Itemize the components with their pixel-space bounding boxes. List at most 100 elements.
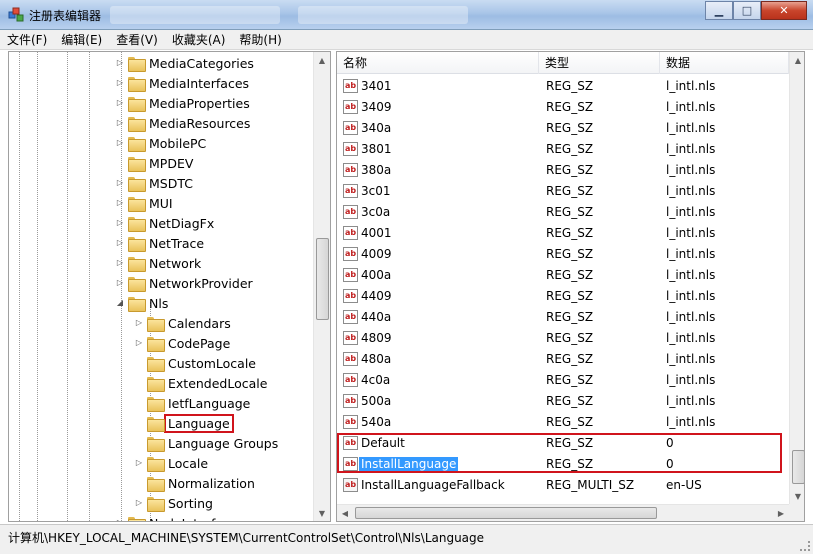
tree-item[interactable]: ▷ NetTrace [116,233,204,253]
tree-item[interactable]: Language Groups [135,433,278,453]
list-row[interactable]: ab 380a REG_SZ l_intl.nls [337,160,789,181]
list-row[interactable]: ab 500a REG_SZ l_intl.nls [337,391,789,412]
tree-item[interactable]: ◢ Nls [116,293,168,313]
scroll-left-icon[interactable]: ◀ [337,505,353,521]
menu-help[interactable]: 帮助(H) [232,31,288,48]
scroll-up-icon[interactable]: ▲ [790,52,804,68]
string-value-icon: ab [343,478,358,492]
scroll-down-icon[interactable]: ▼ [790,488,804,504]
scroll-thumb[interactable] [316,238,329,320]
tree-item[interactable]: ▷ Sorting [135,493,213,513]
expand-arrow-icon[interactable]: ▷ [116,139,124,147]
list-row[interactable]: ab 4c0a REG_SZ l_intl.nls [337,370,789,391]
expand-arrow-icon[interactable]: ▷ [135,459,143,467]
tree-item[interactable]: ▷ CodePage [135,333,230,353]
list-row[interactable]: ab 440a REG_SZ l_intl.nls [337,307,789,328]
expand-arrow-icon[interactable]: ▷ [116,519,124,522]
menu-edit[interactable]: 编辑(E) [54,31,109,48]
expand-arrow-icon[interactable]: ▷ [116,179,124,187]
expand-arrow-icon[interactable]: ▷ [116,219,124,227]
list-row[interactable]: ab 3c0a REG_SZ l_intl.nls [337,202,789,223]
expand-arrow-icon[interactable]: ▷ [116,79,124,87]
value-name: 3409 [361,100,392,114]
menu-view[interactable]: 查看(V) [109,31,165,48]
tree-item[interactable]: ▷ Network [116,253,201,273]
tree-item[interactable]: ▷ MUI [116,193,173,213]
scroll-thumb[interactable] [792,450,804,484]
folder-icon [147,456,165,472]
list-row[interactable]: ab Default REG_SZ 0 [337,433,789,454]
expand-arrow-icon[interactable]: ▷ [116,199,124,207]
tree-item[interactable]: ▷ MediaInterfaces [116,73,249,93]
tree-vertical-scrollbar[interactable]: ▲ ▼ [313,52,330,521]
expand-arrow-icon[interactable]: ▷ [116,259,124,267]
list-row[interactable]: ab 480a REG_SZ l_intl.nls [337,349,789,370]
tree-item[interactable]: ▷ NodeInterfaces [116,513,244,522]
tree-item[interactable]: ▷ Locale [135,453,208,473]
list-vertical-scrollbar[interactable]: ▲ ▼ [789,52,804,504]
close-button[interactable]: ✕ [761,1,807,20]
list-row[interactable]: ab 3401 REG_SZ l_intl.nls [337,76,789,97]
value-data: en-US [666,478,702,492]
menu-favorites[interactable]: 收藏夹(A) [165,31,233,48]
expand-arrow-icon[interactable]: ▷ [116,119,124,127]
expand-arrow-icon[interactable]: ▷ [135,499,143,507]
tree-item[interactable]: ▷ MediaProperties [116,93,250,113]
expand-arrow-icon[interactable]: ▷ [116,279,124,287]
values-list[interactable]: 名称 类型 数据 ▲ ▼ ◀ ▶ ab 3401 REG_SZ l_intl.nls a… [336,51,805,522]
list-row[interactable]: ab 3409 REG_SZ l_intl.nls [337,97,789,118]
tree-item[interactable]: Language [135,413,234,433]
collapse-arrow-icon[interactable]: ◢ [116,299,124,307]
registry-tree[interactable]: ▲ ▼ ▷ MediaCategories ▷ MediaInterfaces ▷ Med… [8,51,331,522]
list-horizontal-scrollbar[interactable]: ◀ ▶ [337,504,789,521]
menu-file[interactable]: 文件(F) [0,31,54,48]
expand-arrow-icon[interactable]: ▷ [135,319,143,327]
expand-arrow-icon[interactable]: ▷ [116,59,124,67]
tree-connector [135,439,143,447]
value-name: 4809 [361,331,392,345]
list-row[interactable]: ab 540a REG_SZ l_intl.nls [337,412,789,433]
value-data: 0 [666,457,674,471]
tree-item[interactable]: CustomLocale [135,353,256,373]
maximize-button[interactable]: □ [733,1,761,20]
list-row[interactable]: ab 4409 REG_SZ l_intl.nls [337,286,789,307]
tree-item[interactable]: ▷ NetDiagFx [116,213,214,233]
expand-arrow-icon[interactable]: ▷ [116,239,124,247]
tree-item[interactable]: ▷ NetworkProvider [116,273,253,293]
list-row[interactable]: ab InstallLanguageFallback REG_MULTI_SZ en-… [337,475,789,496]
value-data: l_intl.nls [666,310,716,324]
title-bar[interactable]: 注册表编辑器 ▁ □ ✕ [0,0,813,30]
list-row[interactable]: ab 4009 REG_SZ l_intl.nls [337,244,789,265]
minimize-button[interactable]: ▁ [705,1,733,20]
list-row[interactable]: ab 400a REG_SZ l_intl.nls [337,265,789,286]
list-row[interactable]: ab 3801 REG_SZ l_intl.nls [337,139,789,160]
scroll-thumb[interactable] [355,507,657,519]
list-row[interactable]: ab 4001 REG_SZ l_intl.nls [337,223,789,244]
tree-item[interactable]: ▷ MediaResources [116,113,250,133]
tree-item[interactable]: ExtendedLocale [135,373,267,393]
string-value-icon: ab [343,457,358,471]
scroll-down-icon[interactable]: ▼ [314,505,330,521]
list-row[interactable]: ab 340a REG_SZ l_intl.nls [337,118,789,139]
expand-arrow-icon[interactable]: ▷ [135,339,143,347]
tree-item[interactable]: MPDEV [116,153,193,173]
string-value-icon: ab [343,394,358,408]
tree-item[interactable]: ▷ Calendars [135,313,231,333]
expand-arrow-icon[interactable]: ▷ [116,99,124,107]
column-header-name[interactable]: 名称 [337,52,539,74]
column-header-type[interactable]: 类型 [539,52,660,74]
scroll-up-icon[interactable]: ▲ [314,52,330,68]
tree-item[interactable]: ▷ MSDTC [116,173,193,193]
resize-grip-icon[interactable] [800,541,810,551]
tree-item[interactable]: Normalization [135,473,255,493]
tree-item[interactable]: IetfLanguage [135,393,250,413]
value-type: REG_SZ [546,436,594,450]
tree-item[interactable]: ▷ MobilePC [116,133,206,153]
scroll-right-icon[interactable]: ▶ [773,505,789,521]
list-row[interactable]: ab 3c01 REG_SZ l_intl.nls [337,181,789,202]
value-data: l_intl.nls [666,352,716,366]
column-header-data[interactable]: 数据 [660,52,789,74]
list-row[interactable]: ab 4809 REG_SZ l_intl.nls [337,328,789,349]
list-row[interactable]: ab InstallLanguage REG_SZ 0 [337,454,789,475]
tree-item[interactable]: ▷ MediaCategories [116,53,254,73]
